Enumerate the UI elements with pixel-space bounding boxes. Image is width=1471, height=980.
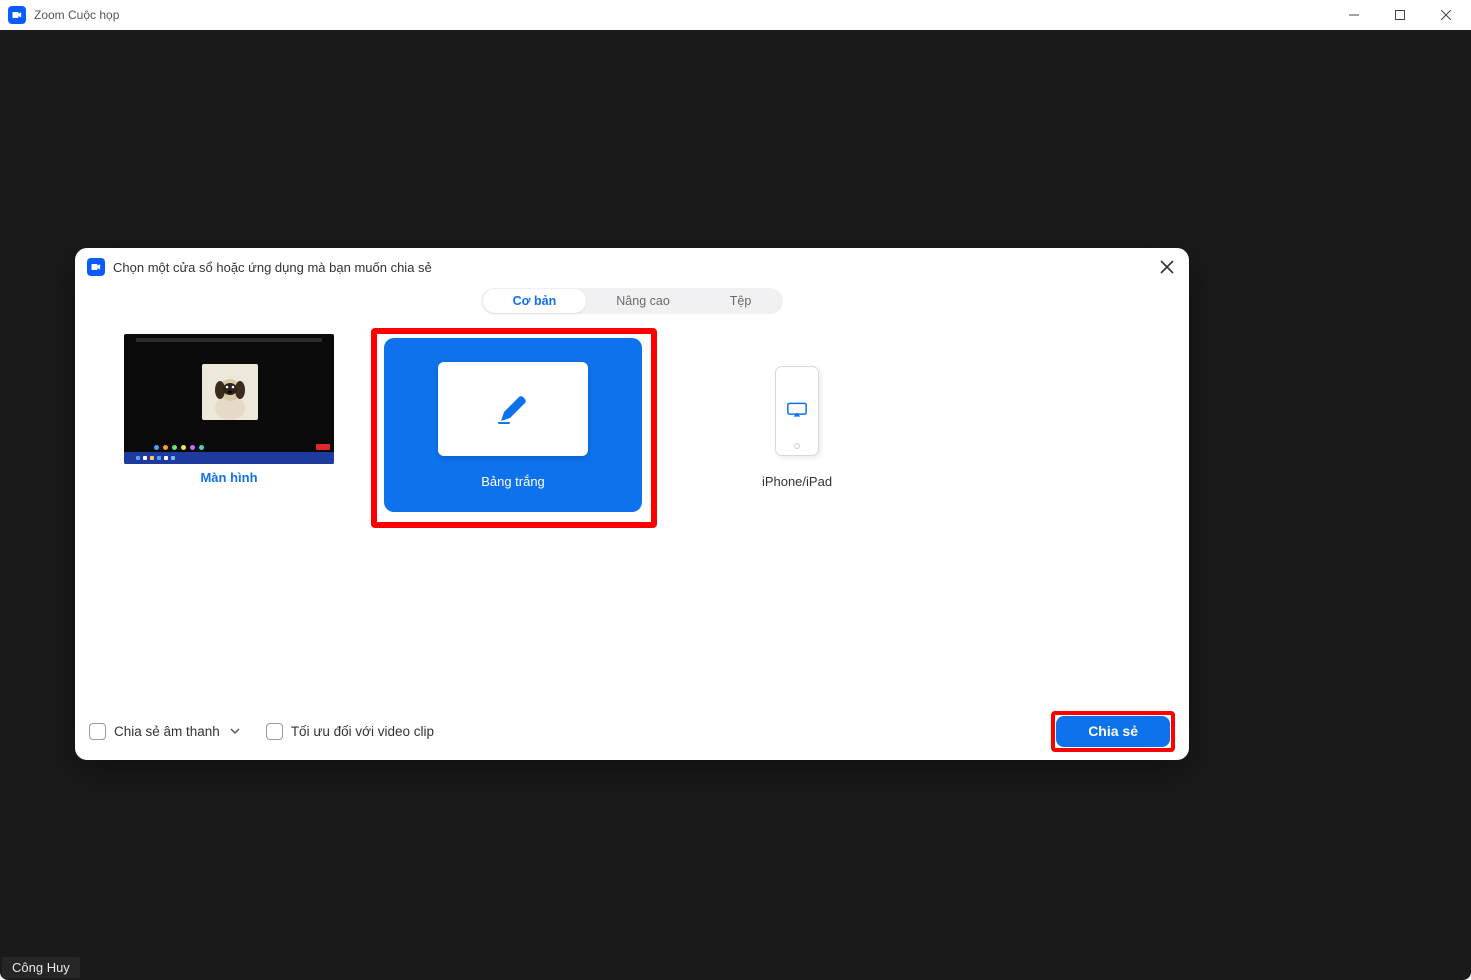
tabs: Cơ bản Nâng cao Tệp <box>481 288 784 314</box>
chevron-down-icon[interactable] <box>230 726 240 736</box>
dialog-footer: Chia sẻ âm thanh Tối ưu đối với video cl… <box>75 712 1189 760</box>
zoom-app-icon <box>8 6 26 24</box>
client-area: Chọn một cửa sổ hoặc ứng dụng mà bạn muố… <box>0 30 1471 980</box>
share-screen-dialog: Chọn một cửa sổ hoặc ứng dụng mà bạn muố… <box>75 248 1189 760</box>
dialog-title: Chọn một cửa sổ hoặc ứng dụng mà bạn muố… <box>113 260 432 275</box>
checkbox-icon <box>266 723 283 740</box>
close-button[interactable] <box>1423 0 1469 30</box>
titlebar-left: Zoom Cuộc họp <box>8 6 119 24</box>
share-option-screen[interactable]: Màn hình <box>87 328 371 518</box>
pencil-icon <box>495 391 531 427</box>
optimize-video-label: Tối ưu đối với video clip <box>291 724 434 739</box>
titlebar: Zoom Cuộc họp <box>0 0 1471 30</box>
phone-icon <box>775 366 819 456</box>
whiteboard-thumbnail: Bảng trắng <box>384 338 642 512</box>
dialog-header: Chọn một cửa sổ hoặc ứng dụng mà bạn muố… <box>75 250 1189 284</box>
checkbox-icon <box>89 723 106 740</box>
share-audio-label: Chia sẻ âm thanh <box>114 724 220 739</box>
share-option-iphone-label: iPhone/iPad <box>762 474 832 489</box>
window-controls <box>1331 0 1469 30</box>
tab-files[interactable]: Tệp <box>700 289 782 313</box>
close-dialog-button[interactable] <box>1157 257 1177 277</box>
tab-advanced[interactable]: Nâng cao <box>586 289 700 313</box>
dog-image-icon <box>207 372 253 420</box>
share-button[interactable]: Chia sẻ <box>1056 716 1170 747</box>
share-audio-checkbox[interactable]: Chia sẻ âm thanh <box>89 723 240 740</box>
share-option-whiteboard-label: Bảng trắng <box>481 474 545 489</box>
tabs-container: Cơ bản Nâng cao Tệp <box>75 288 1189 314</box>
share-option-screen-label: Màn hình <box>200 470 257 485</box>
tab-basic[interactable]: Cơ bản <box>483 289 587 313</box>
zoom-app-icon <box>87 258 105 276</box>
share-option-whiteboard[interactable]: Bảng trắng <box>371 328 655 518</box>
window-title: Zoom Cuộc họp <box>34 8 119 22</box>
screen-thumbnail <box>124 334 334 464</box>
maximize-button[interactable] <box>1377 0 1423 30</box>
share-options-grid: Màn hình Bảng trắng <box>75 314 1189 712</box>
app-window: Zoom Cuộc họp Chọn một cửa sổ hoặc ứng d… <box>0 0 1471 980</box>
airplay-icon <box>787 402 807 418</box>
optimize-video-checkbox[interactable]: Tối ưu đối với video clip <box>266 723 434 740</box>
minimize-button[interactable] <box>1331 0 1377 30</box>
share-option-iphone-ipad[interactable]: iPhone/iPad <box>655 328 939 518</box>
watermark: Công Huy <box>2 957 80 978</box>
